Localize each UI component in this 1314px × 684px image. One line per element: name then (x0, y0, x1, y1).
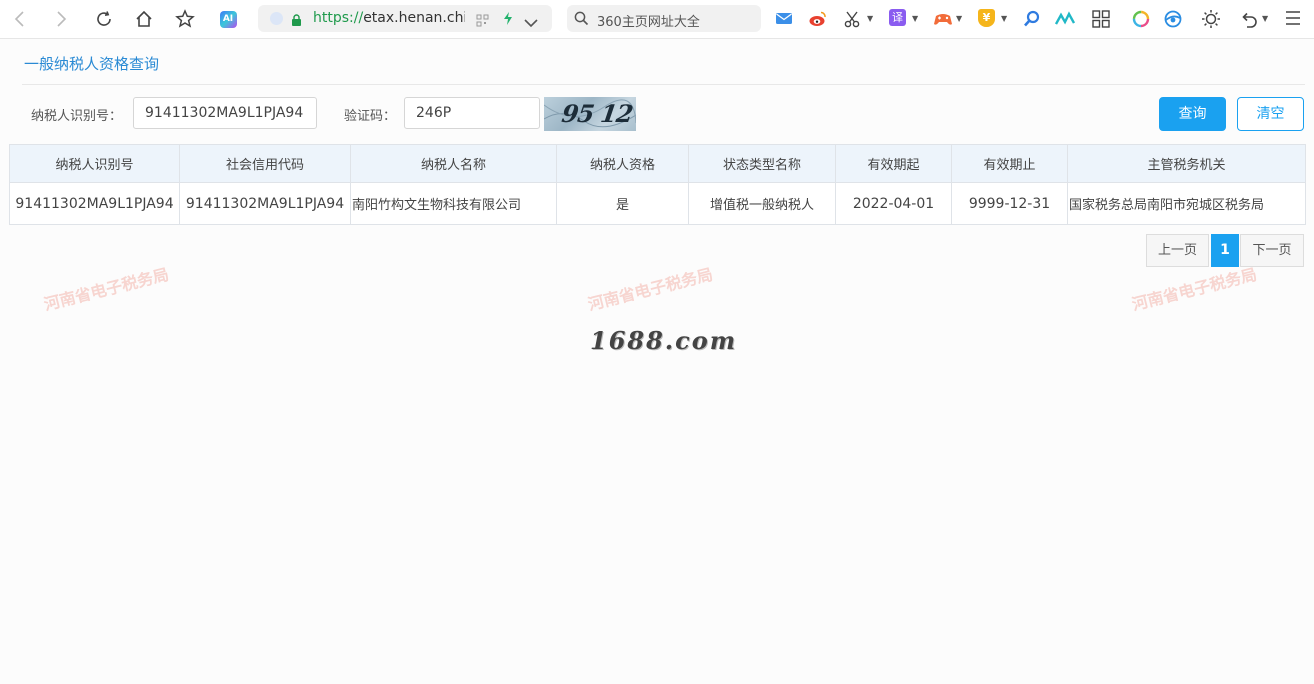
cell-qualification: 是 (556, 182, 689, 225)
site-info-icon[interactable] (270, 12, 283, 25)
watermark-logo: 1688.com (590, 326, 738, 355)
table-header-row: 纳税人识别号 社会信用代码 纳税人名称 纳税人资格 状态类型名称 有效期起 有效… (9, 144, 1306, 183)
coupon-shield-icon[interactable]: ¥ (978, 9, 998, 29)
search-bar[interactable]: 360主页网址大全 (567, 5, 761, 32)
cell-tax-authority: 国家税务总局南阳市宛城区税务局 (1067, 182, 1306, 225)
col-header: 状态类型名称 (688, 144, 836, 183)
col-header: 纳税人识别号 (9, 144, 180, 183)
translate-dropdown-icon[interactable]: ▼ (912, 14, 918, 23)
result-table: 纳税人识别号 社会信用代码 纳税人名称 纳税人资格 状态类型名称 有效期起 有效… (9, 144, 1306, 225)
page-number-current[interactable]: 1 (1211, 234, 1239, 267)
prev-page-button[interactable]: 上一页 (1146, 234, 1209, 267)
home-icon[interactable] (133, 8, 155, 30)
col-header: 有效期止 (951, 144, 1068, 183)
undo-icon[interactable] (1239, 9, 1259, 29)
browser-logo-icon[interactable] (1163, 9, 1183, 29)
col-header: 社会信用代码 (179, 144, 351, 183)
scissors-dropdown-icon[interactable]: ▼ (867, 14, 873, 23)
cell-status-type: 增值税一般纳税人 (688, 182, 836, 225)
undo-dropdown-icon[interactable]: ▼ (1262, 14, 1268, 23)
search-input[interactable]: 360主页网址大全 (597, 11, 700, 30)
scissors-icon[interactable] (843, 9, 863, 29)
cell-valid-to: 9999-12-31 (951, 182, 1068, 225)
game-controller-icon[interactable] (933, 9, 953, 29)
cell-valid-from: 2022-04-01 (835, 182, 952, 225)
translate-icon[interactable]: 译 (889, 9, 909, 29)
search-icon (574, 11, 589, 30)
watermark-text: 河南省电子税务局 (41, 264, 171, 315)
mail-icon[interactable] (775, 9, 795, 29)
captcha-label: 验证码： (344, 109, 397, 124)
url-text[interactable]: https://etax.henan.chir (313, 10, 465, 26)
col-header: 主管税务机关 (1067, 144, 1306, 183)
address-bar[interactable]: https://etax.henan.chir (258, 5, 552, 32)
lock-icon (291, 12, 302, 31)
ai-assistant-icon[interactable]: AI (218, 8, 238, 30)
bookmark-star-icon[interactable] (174, 8, 196, 30)
captcha-image-text: 95 12 (559, 99, 635, 128)
captcha-input[interactable]: 246P (404, 97, 540, 129)
taxpayer-id-input[interactable]: 91411302MA9L1PJA94 (133, 97, 317, 129)
cell-taxpayer-id: 91411302MA9L1PJA94 (9, 182, 180, 225)
reload-icon[interactable] (93, 8, 115, 30)
table-row: 91411302MA9L1PJA94 91411302MA9L1PJA94 南阳… (9, 182, 1306, 225)
brightness-icon[interactable] (1201, 9, 1221, 29)
watermark-text: 河南省电子税务局 (1129, 264, 1259, 315)
back-icon[interactable] (10, 8, 30, 30)
forward-icon[interactable] (51, 8, 71, 30)
watermark-text: 河南省电子税务局 (585, 264, 715, 315)
title-divider (22, 84, 1305, 85)
cell-taxpayer-name: 南阳竹构文生物科技有限公司 (350, 182, 557, 225)
captcha-image[interactable]: 95 12 (544, 97, 636, 131)
coupon-dropdown-icon[interactable]: ▼ (1001, 14, 1007, 23)
wave-chart-icon[interactable] (1054, 9, 1076, 29)
page-title: 一般纳税人资格查询 (24, 55, 160, 73)
lightning-mode-icon[interactable] (502, 11, 514, 30)
query-button[interactable]: 查询 (1159, 97, 1226, 131)
browser-toolbar: AI https://etax.henan.chir 360主页网址大全 ▼ 译… (0, 0, 1314, 39)
taxpayer-id-label: 纳税人识别号： (31, 109, 123, 124)
chevron-down-icon[interactable] (524, 13, 538, 32)
qr-code-icon[interactable] (476, 12, 489, 31)
game-dropdown-icon[interactable]: ▼ (956, 14, 962, 23)
col-header: 纳税人名称 (350, 144, 557, 183)
magnifier-icon[interactable] (1022, 9, 1042, 29)
color-ring-icon[interactable] (1131, 9, 1151, 29)
menu-icon[interactable] (1284, 9, 1304, 29)
clear-button[interactable]: 清空 (1237, 97, 1304, 131)
cell-credit-code: 91411302MA9L1PJA94 (179, 182, 351, 225)
apps-grid-icon[interactable] (1091, 9, 1111, 29)
weibo-icon[interactable] (808, 9, 828, 29)
col-header: 纳税人资格 (556, 144, 689, 183)
col-header: 有效期起 (835, 144, 952, 183)
